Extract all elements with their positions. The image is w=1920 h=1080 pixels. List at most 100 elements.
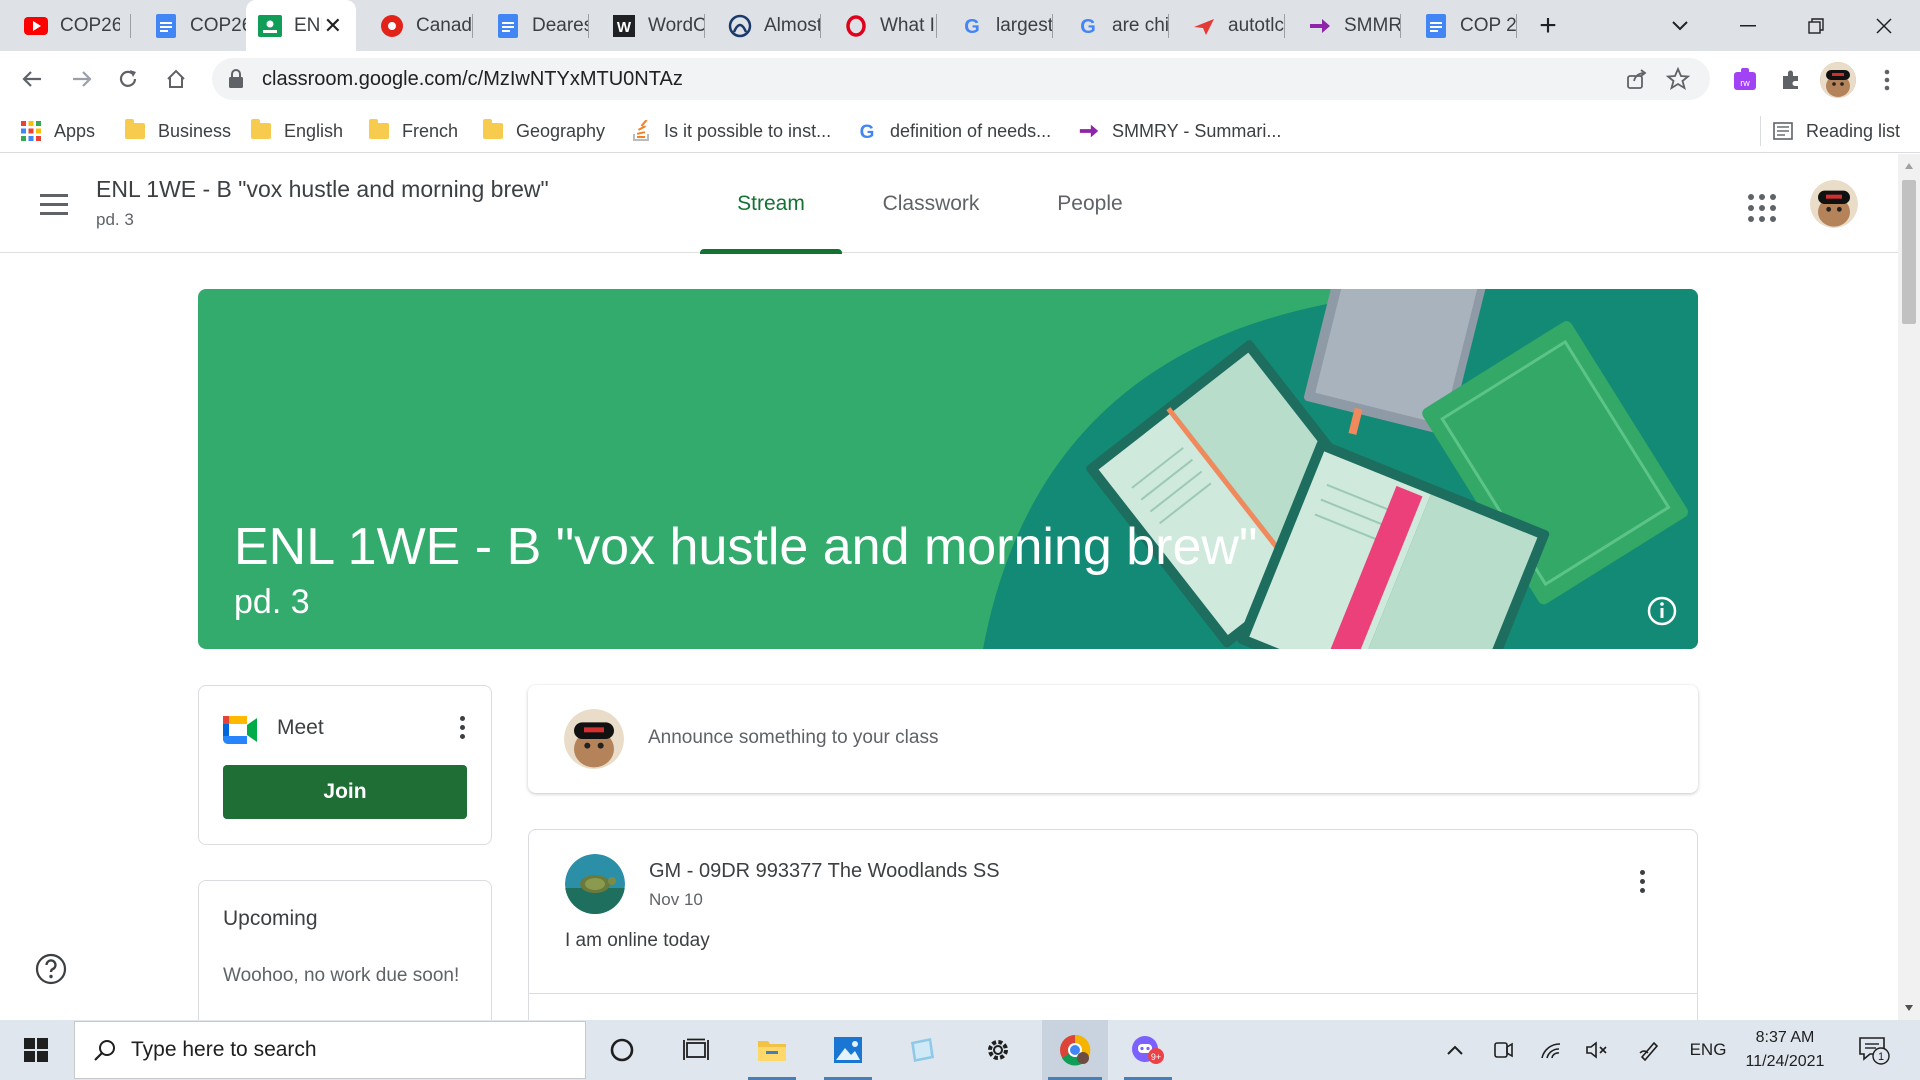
tab-search-chevron-icon[interactable] (1652, 0, 1708, 51)
classroom-header: ENL 1WE - B "vox hustle and morning brew… (0, 154, 1898, 254)
browser-toolbar: classroom.google.com/c/MzIwNTYxMTU0NTAz … (0, 51, 1920, 108)
meet-now-icon[interactable] (1488, 1020, 1518, 1080)
bookmarks-bar: Apps Business English French Geography I… (0, 108, 1920, 153)
bookmark-geography[interactable]: Geography (482, 116, 605, 146)
scrollbar-thumb[interactable] (1902, 180, 1916, 324)
extension-purple-icon[interactable]: rw (1726, 61, 1764, 99)
tab-almost[interactable]: Almost (704, 0, 820, 51)
upcoming-title: Upcoming (223, 907, 318, 930)
profile-avatar[interactable] (1820, 62, 1856, 98)
input-language[interactable]: ENG (1680, 1020, 1736, 1080)
announce-placeholder[interactable]: Announce something to your class (648, 727, 938, 749)
new-tab-button[interactable]: + (1520, 0, 1576, 51)
tab-people[interactable]: People (1040, 154, 1140, 253)
cortana-icon[interactable] (592, 1020, 652, 1080)
chrome-menu-icon[interactable] (1868, 61, 1906, 99)
url-text: classroom.google.com/c/MzIwNTYxMTU0NTAz (262, 67, 683, 90)
tab-classroom-active[interactable]: ENL ✕ (246, 0, 356, 51)
bookmark-apps[interactable]: Apps (20, 116, 95, 146)
classroom-icon (258, 14, 282, 38)
arch-icon (728, 14, 752, 38)
google-icon: G (1076, 14, 1100, 38)
system-clock[interactable]: 8:37 AM 11/24/2021 (1730, 1026, 1840, 1074)
class-banner: ENL 1WE - B "vox hustle and morning brew… (198, 289, 1698, 649)
notes-app-icon[interactable] (892, 1020, 952, 1080)
bookmark-smmry[interactable]: SMMRY - Summari... (1078, 116, 1281, 146)
file-explorer-icon[interactable] (742, 1020, 802, 1080)
chrome-taskbar-icon[interactable] (1042, 1020, 1108, 1080)
lock-icon[interactable] (228, 69, 244, 94)
back-button[interactable] (12, 59, 52, 99)
minimize-icon[interactable] (1720, 0, 1776, 51)
banner-books-illustration (983, 289, 1698, 649)
post-divider (529, 993, 1697, 994)
meet-more-options-icon[interactable] (447, 712, 477, 742)
discord-badge: 9+ (1151, 1052, 1161, 1062)
tab-are-chi[interactable]: G are chi (1052, 0, 1168, 51)
task-view-icon[interactable] (666, 1020, 726, 1080)
notification-center-icon[interactable]: 1 (1852, 1020, 1896, 1080)
header-class-name[interactable]: ENL 1WE - B "vox hustle and morning brew… (96, 176, 549, 203)
tab-cop26-docs[interactable]: COP26 (130, 0, 246, 51)
folder-icon (124, 119, 146, 142)
announcer-avatar (564, 709, 624, 769)
help-icon[interactable] (34, 952, 68, 986)
show-hidden-icons-chevron-icon[interactable] (1440, 1020, 1470, 1080)
notification-count: 1 (1878, 1051, 1884, 1063)
announce-box[interactable]: Announce something to your class (528, 685, 1698, 793)
tab-smmry[interactable]: SMMR (1284, 0, 1400, 51)
google-apps-grid-icon[interactable] (1742, 188, 1782, 228)
windows-start-icon[interactable] (12, 1030, 60, 1070)
svg-text:W: W (617, 19, 632, 36)
tab-canada[interactable]: Canad (356, 0, 472, 51)
stackoverflow-icon (630, 120, 652, 142)
bookmark-business[interactable]: Business (124, 116, 231, 146)
post-more-options-icon[interactable] (1627, 866, 1657, 896)
banner-class-section: pd. 3 (234, 583, 310, 621)
svg-text:G: G (1080, 16, 1096, 37)
tab-stream[interactable]: Stream (700, 154, 842, 254)
pen-workspace-icon[interactable] (1634, 1020, 1664, 1080)
home-button[interactable] (156, 59, 196, 99)
reload-button[interactable] (108, 59, 148, 99)
tab-deares[interactable]: Deares (472, 0, 588, 51)
bookmark-french[interactable]: French (368, 116, 458, 146)
class-info-icon[interactable] (1646, 595, 1678, 627)
extensions-puzzle-icon[interactable] (1772, 61, 1810, 99)
clock-date: 11/24/2021 (1745, 1053, 1825, 1070)
tab-autotlc[interactable]: autotlc (1168, 0, 1284, 51)
discord-icon[interactable]: 9+ (1118, 1020, 1178, 1080)
bookmark-stackoverflow[interactable]: Is it possible to inst... (630, 116, 831, 146)
close-window-icon[interactable] (1856, 0, 1912, 51)
main-menu-button[interactable] (34, 184, 74, 224)
wifi-icon[interactable] (1536, 1020, 1566, 1080)
tab-wordcounter[interactable]: W WordC (588, 0, 704, 51)
meet-card: Meet Join (198, 685, 492, 845)
tab-cop-26[interactable]: COP 26 (1400, 0, 1516, 51)
tab-what[interactable]: What I (820, 0, 936, 51)
meet-title: Meet (277, 716, 324, 739)
page-scrollbar[interactable] (1898, 154, 1920, 1020)
forward-button[interactable] (62, 59, 102, 99)
bookmark-definition-google[interactable]: G definition of needs... (856, 116, 1052, 146)
google-meet-icon (223, 716, 259, 749)
address-bar[interactable]: classroom.google.com/c/MzIwNTYxMTU0NTAz (212, 58, 1710, 100)
tab-classwork[interactable]: Classwork (862, 154, 1000, 253)
star-bookmark-icon[interactable] (1665, 66, 1691, 96)
taskbar-search-box[interactable]: Type here to search (74, 1021, 586, 1079)
tab-cop26-youtube[interactable]: COP26 (0, 0, 130, 51)
svg-text:G: G (860, 122, 875, 141)
share-icon[interactable] (1626, 68, 1648, 95)
docs-icon (496, 13, 520, 38)
settings-gear-icon[interactable] (968, 1020, 1028, 1080)
close-tab-icon[interactable]: ✕ (324, 13, 342, 39)
restore-icon[interactable] (1788, 0, 1844, 51)
tab-largest[interactable]: G largest (936, 0, 1052, 51)
volume-muted-icon[interactable] (1582, 1020, 1612, 1080)
photos-icon[interactable] (818, 1020, 878, 1080)
reading-list-button[interactable]: Reading list (1772, 116, 1900, 146)
meet-join-button[interactable]: Join (223, 765, 467, 819)
windows-taskbar: Type here to search 9+ ENG 8:37 AM 11/24… (0, 1020, 1920, 1080)
bookmark-english[interactable]: English (250, 116, 343, 146)
account-avatar[interactable] (1810, 180, 1858, 228)
